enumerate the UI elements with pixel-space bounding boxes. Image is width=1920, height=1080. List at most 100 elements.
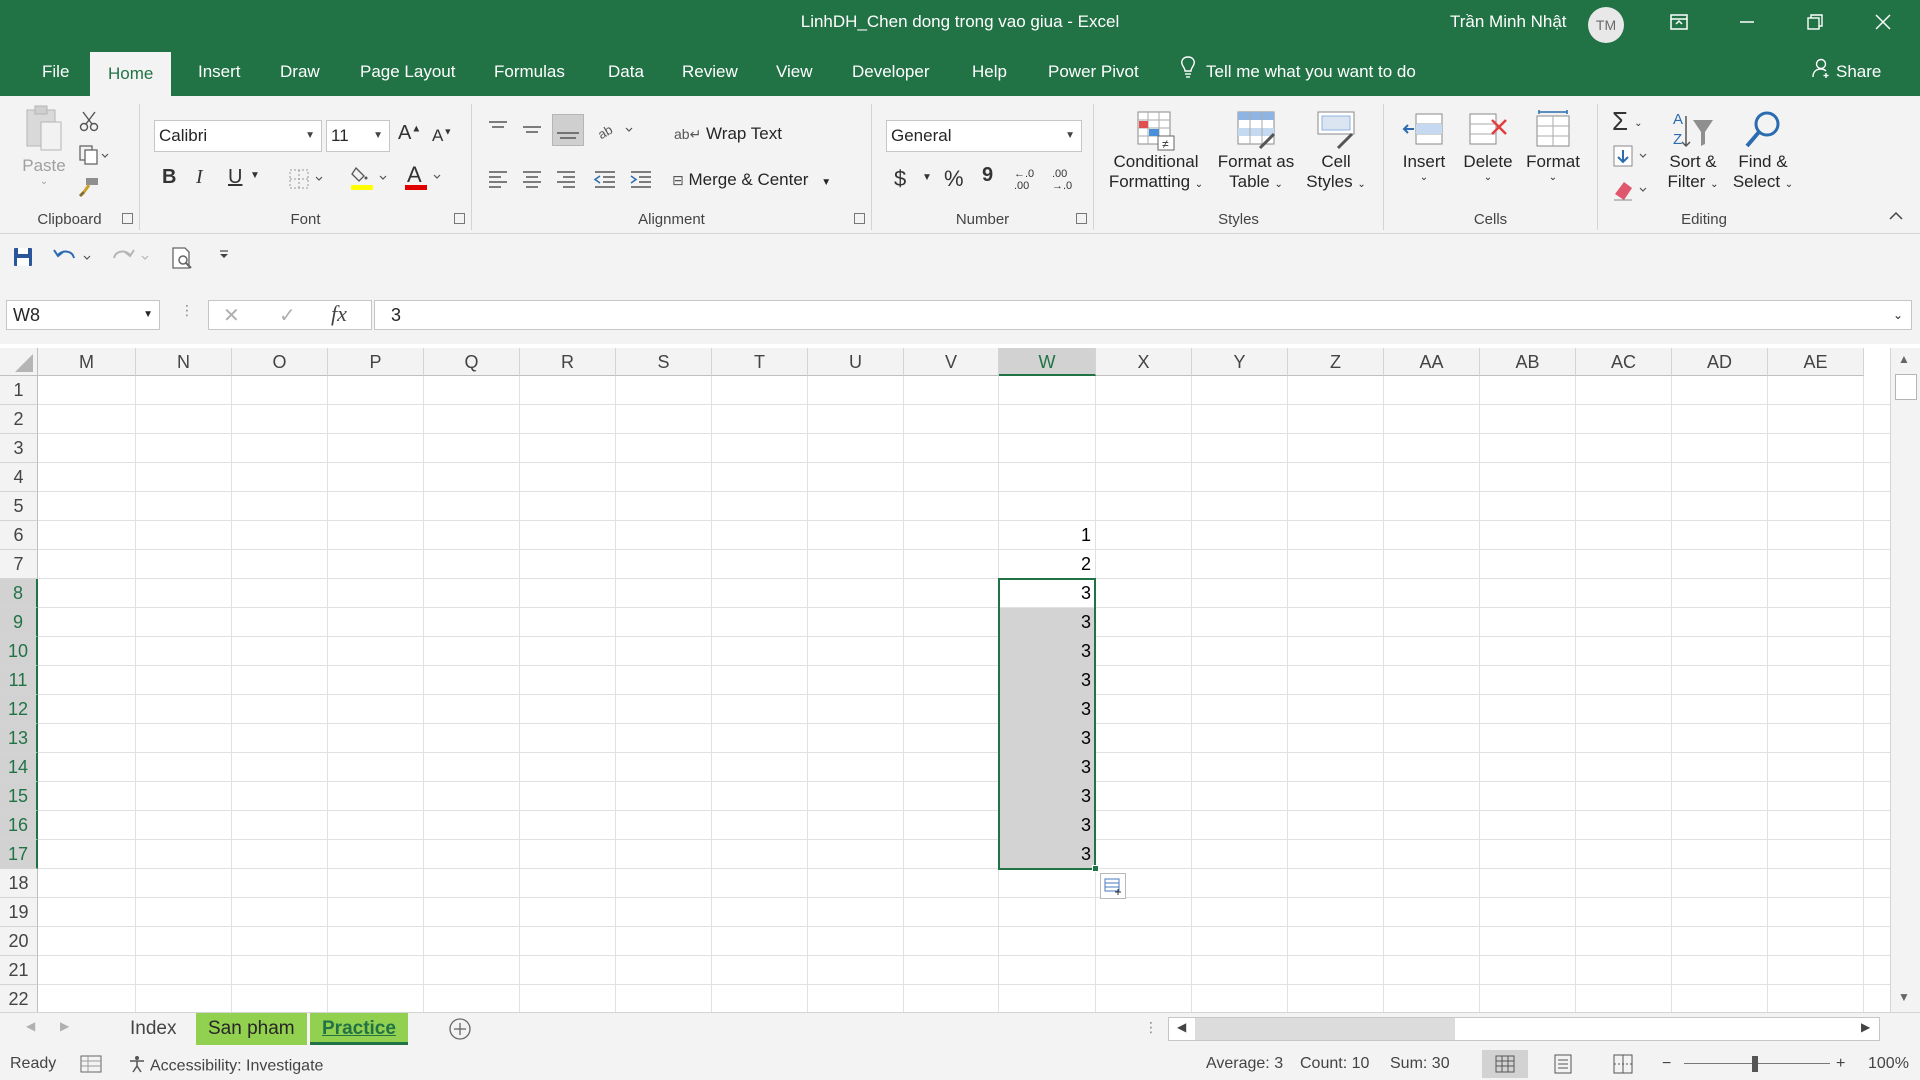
cell-styles-button[interactable]: Cell Styles ⌄ bbox=[1300, 108, 1372, 192]
column-header-ab[interactable]: AB bbox=[1480, 348, 1576, 376]
status-average[interactable]: Average: 3 bbox=[1206, 1055, 1283, 1073]
name-box[interactable]: W8 ▼ bbox=[6, 300, 160, 330]
formula-input[interactable]: 3 ⌄ bbox=[374, 300, 1912, 330]
row-header-15[interactable]: 15 bbox=[0, 782, 38, 811]
fill-color-icon[interactable] bbox=[350, 164, 392, 198]
conditional-formatting-button[interactable]: ≠ Conditional Formatting ⌄ bbox=[1104, 108, 1208, 192]
expand-formula-bar-icon[interactable]: ⌄ bbox=[1893, 301, 1903, 329]
column-header-ad[interactable]: AD bbox=[1672, 348, 1768, 376]
customize-qat-icon[interactable] bbox=[218, 248, 230, 263]
scroll-up-icon[interactable]: ▲ bbox=[1898, 352, 1910, 366]
sheet-tab-san-pham[interactable]: San pham bbox=[196, 1013, 307, 1045]
column-header-y[interactable]: Y bbox=[1192, 348, 1288, 376]
decrease-decimal-button[interactable]: .00 →.0 bbox=[1052, 168, 1080, 192]
font-color-icon[interactable]: A bbox=[404, 162, 446, 198]
align-center-icon[interactable] bbox=[520, 168, 544, 196]
row-header-11[interactable]: 11 bbox=[0, 666, 38, 695]
scroll-sheets-right-icon[interactable]: ▶ bbox=[60, 1019, 69, 1033]
row-header-22[interactable]: 22 bbox=[0, 985, 38, 1012]
status-count[interactable]: Count: 10 bbox=[1300, 1055, 1369, 1073]
column-header-o[interactable]: O bbox=[232, 348, 328, 376]
row-header-8[interactable]: 8 bbox=[0, 579, 38, 608]
print-preview-icon[interactable] bbox=[170, 246, 196, 276]
copy-icon[interactable] bbox=[78, 144, 110, 172]
clipboard-launcher-icon[interactable] bbox=[122, 213, 133, 224]
row-header-21[interactable]: 21 bbox=[0, 956, 38, 985]
column-header-q[interactable]: Q bbox=[424, 348, 520, 376]
column-header-v[interactable]: V bbox=[904, 348, 999, 376]
close-button[interactable] bbox=[1852, 0, 1914, 48]
clear-eraser-icon[interactable] bbox=[1612, 178, 1652, 208]
merge-center-button[interactable]: ⊟ Merge & Center ▼ bbox=[672, 170, 831, 190]
tab-view[interactable]: View bbox=[758, 48, 831, 96]
row-header-13[interactable]: 13 bbox=[0, 724, 38, 753]
cell-w6[interactable]: 1 bbox=[999, 521, 1095, 550]
tab-data[interactable]: Data bbox=[590, 48, 662, 96]
row-header-3[interactable]: 3 bbox=[0, 434, 38, 463]
scroll-down-icon[interactable]: ▼ bbox=[1898, 990, 1910, 1004]
horizontal-scrollbar[interactable]: ◀ ▶ bbox=[1168, 1017, 1880, 1041]
comma-style-button[interactable]: 9 bbox=[982, 164, 993, 187]
cell-w7[interactable]: 2 bbox=[999, 550, 1095, 579]
insert-function-button[interactable]: fx bbox=[331, 301, 347, 327]
increase-decimal-button[interactable]: ←.0 .00 bbox=[1014, 168, 1042, 192]
column-header-aa[interactable]: AA bbox=[1384, 348, 1480, 376]
collapse-ribbon-icon[interactable] bbox=[1888, 208, 1904, 224]
tab-power-pivot[interactable]: Power Pivot bbox=[1030, 48, 1157, 96]
alignment-launcher-icon[interactable] bbox=[854, 213, 865, 224]
paste-button[interactable]: Paste ⌄ bbox=[14, 104, 74, 187]
column-header-r[interactable]: R bbox=[520, 348, 616, 376]
row-header-14[interactable]: 14 bbox=[0, 753, 38, 782]
tab-file[interactable]: File bbox=[24, 48, 87, 96]
font-size-select[interactable]: 11 ▼ bbox=[326, 120, 390, 152]
sheet-tab-index[interactable]: Index bbox=[118, 1013, 188, 1045]
zoom-in-button[interactable]: + bbox=[1836, 1055, 1845, 1073]
row-header-4[interactable]: 4 bbox=[0, 463, 38, 492]
cancel-icon[interactable]: ✕ bbox=[223, 303, 240, 328]
tab-draw[interactable]: Draw bbox=[262, 48, 338, 96]
vertical-scrollbar[interactable]: ▲ ▼ bbox=[1890, 348, 1920, 1012]
chevron-down-icon[interactable]: ▼ bbox=[250, 170, 260, 181]
enter-icon[interactable]: ✓ bbox=[279, 303, 296, 328]
ribbon-display-options-icon[interactable] bbox=[1648, 0, 1710, 48]
select-all-button[interactable] bbox=[0, 348, 38, 376]
row-header-16[interactable]: 16 bbox=[0, 811, 38, 840]
row-header-1[interactable]: 1 bbox=[0, 376, 38, 405]
increase-font-size-icon[interactable]: A▲ bbox=[398, 122, 421, 145]
font-launcher-icon[interactable] bbox=[454, 213, 465, 224]
row-header-5[interactable]: 5 bbox=[0, 492, 38, 521]
tell-me-search[interactable]: Tell me what you want to do bbox=[1180, 48, 1416, 96]
row-header-6[interactable]: 6 bbox=[0, 521, 38, 550]
number-format-select[interactable]: General ▼ bbox=[886, 120, 1082, 152]
autosum-icon[interactable]: Σ ⌄ bbox=[1612, 106, 1642, 137]
sheet-tab-practice[interactable]: Practice bbox=[310, 1013, 408, 1045]
worksheet-grid[interactable]: M N O P Q R S T U V W X Y Z AA AB AC AD AE 1 2 3 4 5 6 7 8 9 10 11 12 1… bbox=[0, 348, 1890, 1012]
tab-review[interactable]: Review bbox=[664, 48, 756, 96]
normal-view-icon[interactable] bbox=[1482, 1050, 1528, 1078]
decrease-font-size-icon[interactable]: A▼ bbox=[432, 126, 452, 146]
column-header-n[interactable]: N bbox=[136, 348, 232, 376]
sort-filter-button[interactable]: AZ Sort & Filter ⌄ bbox=[1660, 108, 1726, 192]
wrap-text-button[interactable]: ab↵ Wrap Text bbox=[674, 124, 782, 144]
increase-indent-icon[interactable] bbox=[628, 168, 654, 196]
status-sum[interactable]: Sum: 30 bbox=[1390, 1055, 1450, 1073]
split-handle-icon[interactable]: ⋮ bbox=[1144, 1019, 1158, 1036]
tab-insert[interactable]: Insert bbox=[180, 48, 259, 96]
macro-recording-icon[interactable] bbox=[80, 1054, 102, 1079]
column-header-z[interactable]: Z bbox=[1288, 348, 1384, 376]
align-middle-icon[interactable] bbox=[520, 118, 544, 146]
italic-button[interactable]: I bbox=[196, 166, 203, 189]
currency-button[interactable]: $ bbox=[894, 166, 906, 192]
bold-button[interactable]: B bbox=[162, 166, 176, 189]
row-header-9[interactable]: 9 bbox=[0, 608, 38, 637]
fill-handle[interactable] bbox=[1092, 865, 1099, 872]
font-name-select[interactable]: Calibri ▼ bbox=[154, 120, 322, 152]
fill-icon[interactable] bbox=[1612, 144, 1652, 174]
row-header-7[interactable]: 7 bbox=[0, 550, 38, 579]
format-cells-button[interactable]: Format ⌄ bbox=[1520, 108, 1586, 183]
number-launcher-icon[interactable] bbox=[1076, 213, 1087, 224]
scroll-left-icon[interactable]: ◀ bbox=[1177, 1020, 1186, 1034]
row-header-2[interactable]: 2 bbox=[0, 405, 38, 434]
share-button[interactable]: Share bbox=[1812, 48, 1881, 96]
tab-home[interactable]: Home bbox=[90, 52, 172, 96]
